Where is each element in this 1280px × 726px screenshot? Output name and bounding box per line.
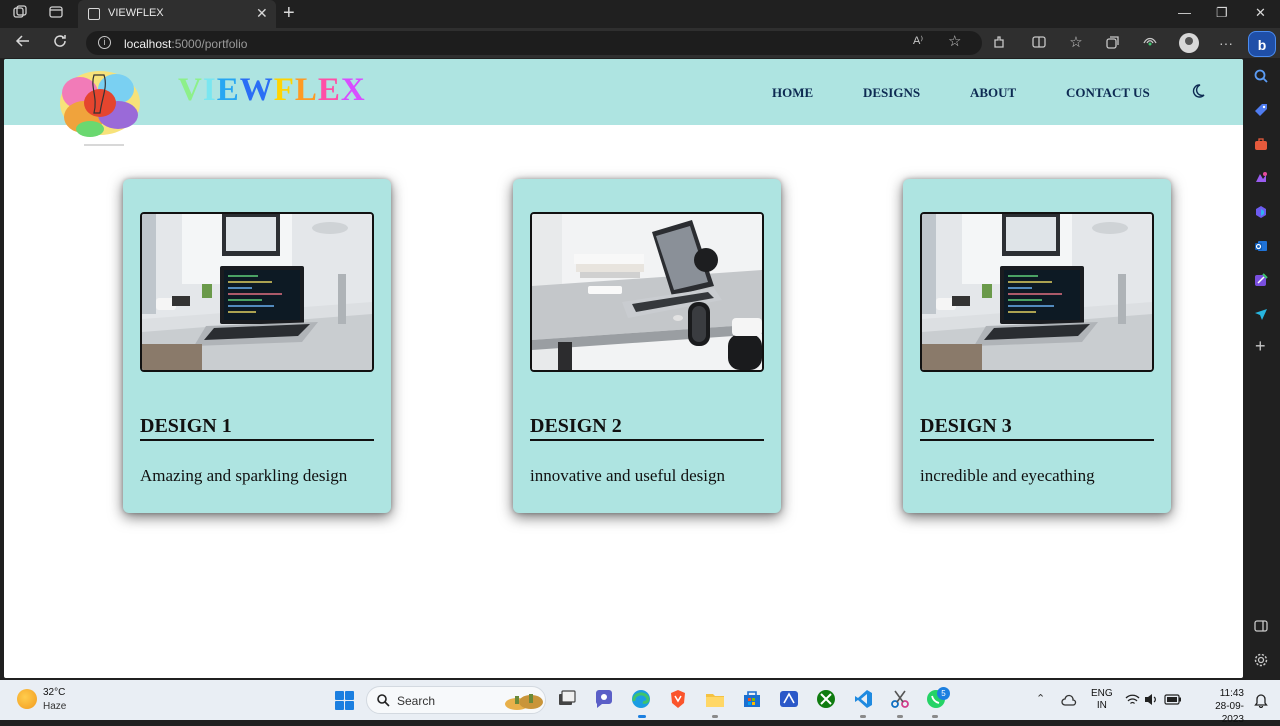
copilot-icon[interactable]: b	[1248, 31, 1276, 57]
extensions-icon[interactable]	[990, 34, 1008, 52]
card-description: incredible and eyecathing	[920, 466, 1095, 485]
tab-title: VIEWFLEX	[108, 7, 164, 19]
back-button[interactable]	[12, 33, 34, 55]
url-text[interactable]: localhost:5000/portfolio	[124, 37, 247, 51]
sidebar-settings-icon[interactable]	[1253, 652, 1269, 668]
notification-badge: 5	[937, 687, 950, 700]
running-app-indicator	[897, 715, 903, 718]
workspaces-icon[interactable]	[10, 4, 30, 24]
search-highlight-icon	[505, 694, 543, 710]
profile-avatar[interactable]	[1179, 33, 1199, 53]
brand-wordmark[interactable]: VIEWFLEX	[178, 72, 366, 109]
nav-designs[interactable]: DESIGNS	[863, 85, 920, 101]
close-window-button[interactable]: ✕	[1255, 5, 1266, 21]
cloud-sync-icon[interactable]	[1061, 693, 1077, 707]
page-icon	[88, 8, 100, 20]
address-bar[interactable]: i localhost:5000/portfolio A⁾ ☆	[86, 31, 982, 55]
refresh-button[interactable]	[49, 33, 71, 55]
edge-browser-icon[interactable]	[630, 688, 652, 710]
windows-start-button[interactable]	[335, 691, 354, 710]
laptop-desk-image	[920, 212, 1154, 372]
design-card-3[interactable]: DESIGN 3 incredible and eyecathing	[903, 179, 1171, 513]
drop-icon[interactable]	[1253, 272, 1269, 288]
search-icon	[377, 694, 390, 707]
brave-browser-icon[interactable]	[667, 688, 689, 710]
volume-icon[interactable]	[1144, 693, 1158, 706]
nav-contact-us[interactable]: CONTACT US	[1066, 85, 1150, 101]
running-app-indicator	[712, 715, 718, 718]
active-app-indicator	[638, 715, 646, 718]
games-icon[interactable]	[1253, 170, 1269, 186]
new-tab-button[interactable]: +	[283, 2, 295, 25]
laptop-desk-image	[140, 212, 374, 372]
wifi-icon[interactable]	[1125, 693, 1140, 706]
xbox-icon[interactable]	[815, 688, 837, 710]
laptop-desk-angle-image	[530, 212, 764, 372]
toolbar: i localhost:5000/portfolio A⁾ ☆ ☆ ···	[0, 28, 1280, 58]
card-title: DESIGN 2	[530, 415, 764, 441]
weather-temperature[interactable]: 32°C	[43, 687, 65, 698]
card-description: innovative and useful design	[530, 466, 725, 485]
tab-actions-icon[interactable]	[46, 4, 66, 24]
chevron-up-icon[interactable]: ⌃	[1036, 692, 1045, 705]
nav-about[interactable]: ABOUT	[970, 85, 1016, 101]
maximize-button[interactable]: ❐	[1216, 5, 1228, 21]
add-sidebar-app-icon[interactable]: +	[1255, 336, 1266, 357]
minimize-button[interactable]: —	[1178, 5, 1191, 20]
site-info-icon[interactable]: i	[98, 36, 111, 49]
shopping-icon[interactable]	[1253, 102, 1269, 118]
tab-bar: VIEWFLEX ✕ + — ❐ ✕	[0, 0, 1280, 28]
search-icon[interactable]	[1253, 68, 1269, 84]
system-clock[interactable]: 11:43 28-09-2023	[1208, 687, 1244, 726]
design-card-2[interactable]: DESIGN 2 innovative and useful design	[513, 179, 781, 513]
page-viewport: VIEWFLEX HOME DESIGNS ABOUT CONTACT US D…	[4, 59, 1243, 678]
brand-logo[interactable]	[54, 63, 146, 147]
input-language[interactable]: ENG IN	[1091, 688, 1113, 712]
microsoft-365-icon[interactable]	[1253, 204, 1269, 220]
task-view-icon[interactable]	[556, 688, 578, 710]
notification-bell-icon[interactable]	[1254, 692, 1268, 708]
snipping-tool-icon[interactable]	[889, 688, 911, 710]
outlook-icon[interactable]	[1253, 238, 1269, 254]
microsoft-store-icon[interactable]	[741, 688, 763, 710]
taskbar: 32°C Haze Search ⌃ ENG IN 11:43 28-09-2023	[0, 680, 1280, 725]
vscode-icon[interactable]	[852, 688, 874, 710]
card-title: DESIGN 1	[140, 415, 374, 441]
send-icon[interactable]	[1253, 306, 1269, 322]
card-title: DESIGN 3	[920, 415, 1154, 441]
favorite-star-icon[interactable]: ☆	[948, 32, 961, 50]
weather-sun-icon[interactable]	[17, 689, 37, 709]
battery-icon[interactable]	[1164, 694, 1182, 705]
collections-icon[interactable]	[1104, 34, 1122, 52]
chat-icon[interactable]	[593, 688, 615, 710]
weather-condition[interactable]: Haze	[43, 701, 66, 712]
edge-sidebar: +	[1244, 58, 1280, 680]
browser-essentials-icon[interactable]	[1141, 34, 1159, 52]
tools-icon[interactable]	[1253, 136, 1269, 152]
settings-more-icon[interactable]: ···	[1217, 34, 1235, 52]
hide-sidebar-icon[interactable]	[1253, 618, 1269, 634]
nav-home[interactable]: HOME	[772, 85, 813, 101]
running-app-indicator	[932, 715, 938, 718]
split-screen-icon[interactable]	[1030, 34, 1048, 52]
running-app-indicator	[860, 715, 866, 718]
file-explorer-icon[interactable]	[704, 688, 726, 710]
search-label: Search	[397, 694, 436, 708]
powertoys-icon[interactable]	[778, 688, 800, 710]
card-description: Amazing and sparkling design	[140, 466, 348, 485]
taskbar-search[interactable]: Search	[366, 686, 546, 714]
design-card-1[interactable]: DESIGN 1 Amazing and sparkling design	[123, 179, 391, 513]
close-tab-icon[interactable]: ✕	[256, 5, 268, 22]
browser-tab[interactable]: VIEWFLEX ✕	[78, 0, 276, 28]
read-aloud-icon[interactable]: A⁾	[913, 34, 923, 47]
moon-icon[interactable]	[1190, 83, 1206, 99]
site-header: VIEWFLEX HOME DESIGNS ABOUT CONTACT US	[4, 59, 1243, 146]
favorites-icon[interactable]: ☆	[1067, 34, 1085, 52]
